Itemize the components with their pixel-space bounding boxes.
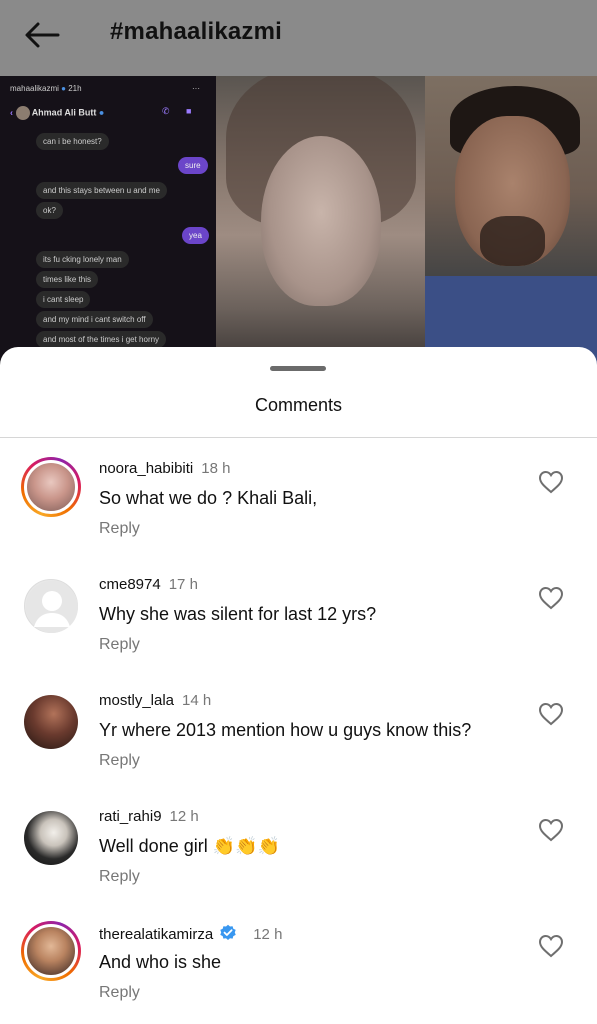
avatar[interactable] — [24, 811, 78, 865]
heart-outline-icon[interactable] — [538, 934, 564, 958]
reply-button[interactable]: Reply — [99, 752, 140, 770]
comment-time: 17 h — [168, 576, 198, 593]
comment-username[interactable]: noora_habibiti 18 h — [99, 460, 230, 477]
reply-button[interactable]: Reply — [99, 520, 140, 538]
comment-item: noora_habibiti 18 h So what we do ? Khali… — [0, 457, 597, 573]
arrow-left-icon — [25, 22, 60, 48]
username-text[interactable]: mostly_lala — [99, 692, 174, 709]
chat-bubble: ok? — [36, 202, 63, 219]
reply-button[interactable]: Reply — [99, 868, 140, 886]
comment-text: Yr where 2013 mention how u guys know th… — [99, 720, 472, 740]
sheet-drag-handle[interactable] — [270, 366, 326, 371]
chat-bubble: times like this — [36, 271, 99, 288]
chat-screenshot: mahaalikazmi ● 21h ··· ‹ Ahmad Ali Butt … — [0, 76, 218, 366]
phone-icon: ✆ — [162, 106, 170, 116]
back-button[interactable] — [22, 20, 62, 50]
avatar[interactable] — [21, 457, 81, 517]
chat-contact-name: Ahmad Ali Butt — [31, 107, 97, 118]
post-media[interactable]: mahaalikazmi ● 21h ··· ‹ Ahmad Ali Butt … — [0, 76, 597, 366]
comment-username[interactable]: therealatikamirza 12 h — [99, 924, 282, 943]
sheet-title: Comments — [254, 395, 343, 415]
reply-button[interactable]: Reply — [99, 984, 140, 1002]
verified-badge-icon — [220, 924, 236, 940]
heart-outline-icon[interactable] — [538, 586, 564, 610]
chat-header: ‹ Ahmad Ali Butt ● ✆ ■ — [10, 106, 206, 126]
divider — [0, 437, 597, 438]
chat-bubble: i cant sleep — [36, 291, 91, 308]
comment-time: 12 h — [169, 808, 199, 825]
chat-bubble: sure — [178, 157, 208, 174]
avatar[interactable] — [24, 579, 78, 633]
comment-time: 18 h — [201, 460, 231, 477]
comment-username[interactable]: cme8974 17 h — [99, 576, 198, 593]
chat-bubble: yea — [182, 227, 209, 244]
chat-bubble: and my mind i cant switch off — [36, 311, 153, 328]
page-title: #mahaalikazmi — [110, 18, 283, 45]
comment-item: mostly_lala 14 h Yr where 2013 mention ho… — [0, 689, 597, 805]
heart-outline-icon[interactable] — [538, 818, 564, 842]
comment-username[interactable]: rati_rahi9 12 h — [99, 808, 199, 825]
comment-time: 12 h — [253, 926, 283, 943]
chat-poster-time: 21h — [68, 84, 82, 93]
comment-text: Well done girl 👏👏👏 — [99, 836, 280, 856]
chat-poster: mahaalikazmi ● 21h ··· — [10, 84, 200, 93]
video-icon: ■ — [186, 106, 192, 116]
chat-bubble: and this stays between u and me — [36, 182, 167, 199]
comment-item: therealatikamirza 12 h And who is she Re… — [0, 921, 597, 1024]
comment-text: And who is she — [99, 952, 222, 972]
photo-man — [425, 76, 597, 366]
chat-bubble: and most of the times i get horny — [36, 331, 167, 348]
heart-outline-icon[interactable] — [538, 470, 564, 494]
comment-username[interactable]: mostly_lala 14 h — [99, 692, 211, 709]
comment-item: rati_rahi9 12 h Well done girl 👏👏👏 Reply — [0, 805, 597, 921]
top-bar: #mahaalikazmi — [0, 0, 597, 76]
reply-button[interactable]: Reply — [99, 636, 140, 654]
chat-bubble: its fu cking lonely man — [36, 251, 129, 268]
avatar[interactable] — [24, 695, 78, 749]
chat-poster-name: mahaalikazmi — [10, 84, 59, 93]
username-text[interactable]: rati_rahi9 — [99, 808, 162, 825]
chat-avatar — [15, 106, 30, 120]
comment-time: 14 h — [182, 692, 212, 709]
username-text[interactable]: noora_habibiti — [99, 460, 193, 477]
heart-outline-icon[interactable] — [538, 702, 564, 726]
username-text[interactable]: cme8974 — [99, 576, 161, 593]
chat-bubble: can i be honest? — [36, 133, 109, 150]
avatar[interactable] — [21, 921, 81, 981]
username-text[interactable]: therealatikamirza — [99, 926, 213, 943]
comment-text: Why she was silent for last 12 yrs? — [99, 604, 377, 624]
photo-woman — [216, 76, 425, 366]
default-avatar-icon — [26, 581, 78, 633]
comment-item: cme8974 17 h Why she was silent for last … — [0, 573, 597, 689]
comment-text: So what we do ? Khali Bali, — [99, 488, 318, 508]
comments-sheet: Comments noora_habibiti 18 h So what we d… — [0, 347, 597, 1024]
